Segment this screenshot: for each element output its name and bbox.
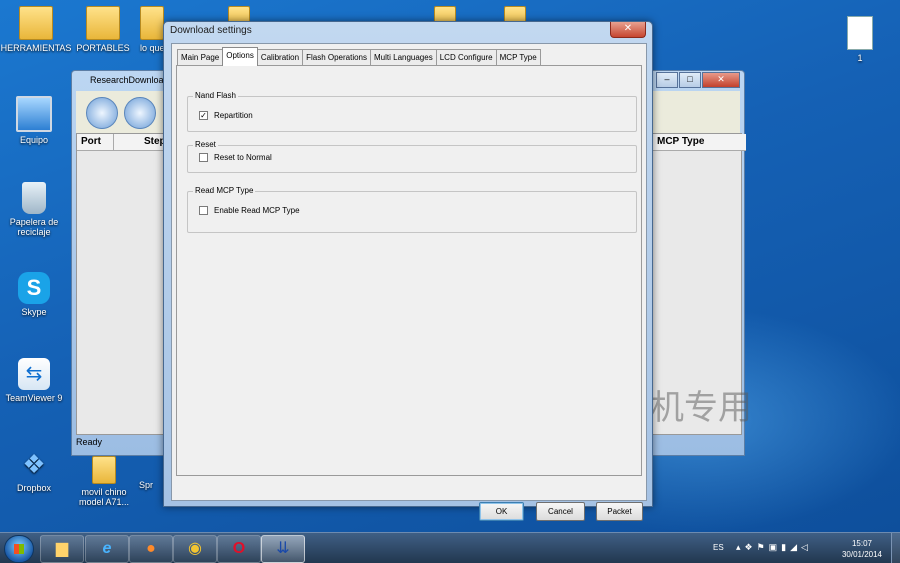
repartition-checkbox[interactable]: ✓: [199, 111, 208, 120]
checkbox-label: Repartition: [214, 111, 253, 120]
checkbox-label: Reset to Normal: [214, 153, 272, 162]
tab-options[interactable]: Options: [222, 47, 258, 66]
tab-calibration[interactable]: Calibration: [256, 49, 304, 66]
load-packet-gear-icon[interactable]: [124, 97, 156, 129]
windows-logo-icon: [14, 544, 24, 554]
desktop-icon-papelera[interactable]: Papelera de reciclaje: [0, 182, 70, 237]
clock-date: 30/01/2014: [841, 550, 883, 559]
reset-to-normal-checkbox[interactable]: [199, 153, 208, 162]
language-indicator[interactable]: ES: [713, 543, 724, 552]
dialog-title: Download settings: [170, 25, 252, 36]
folder-icon: [140, 6, 164, 40]
close-icon[interactable]: ✕: [610, 22, 646, 38]
window-controls: – □ ✕: [656, 72, 740, 88]
clock[interactable]: 15:07 30/01/2014: [836, 538, 888, 560]
taskbar-explorer-icon[interactable]: ▆: [40, 535, 84, 563]
desktop-icon-label: HERRAMIENTAS: [0, 43, 72, 53]
tab-strip: Main Page Options Calibration Flash Oper…: [177, 47, 541, 66]
options-panel: Nand Flash ✓ Repartition Reset Reset to …: [176, 65, 642, 476]
system-tray-icons[interactable]: ▴❖⚑▣▮◢◁: [736, 542, 812, 553]
teamviewer-icon: ⇆: [18, 358, 50, 390]
desktop-icon-teamviewer[interactable]: ⇆ TeamViewer 9: [0, 358, 70, 403]
settings-gear-icon[interactable]: [86, 97, 118, 129]
minimize-icon[interactable]: –: [656, 72, 678, 88]
desktop-icon-label: 1: [857, 53, 863, 63]
packet-button[interactable]: Packet: [596, 502, 643, 521]
desktop-icon-equipo[interactable]: Equipo: [0, 96, 70, 145]
taskbar-internet-explorer-icon[interactable]: e: [85, 535, 129, 563]
desktop-icon-label: Dropbox: [16, 483, 52, 493]
column-header-port[interactable]: Port: [77, 134, 114, 151]
group-legend: Reset: [193, 140, 218, 149]
group-reset: Reset Reset to Normal: [187, 140, 637, 173]
taskbar-research-download-icon[interactable]: ⇊: [261, 535, 305, 563]
tab-mcp-type[interactable]: MCP Type: [495, 49, 541, 66]
desktop-icon-skype[interactable]: S Skype: [0, 272, 70, 317]
checkbox-label: Enable Read MCP Type: [214, 206, 300, 215]
group-legend: Read MCP Type: [193, 186, 256, 195]
taskbar-opera-icon[interactable]: O: [217, 535, 261, 563]
computer-icon: [16, 96, 52, 132]
group-legend: Nand Flash: [193, 91, 238, 100]
tab-lcd-configure[interactable]: LCD Configure: [435, 49, 497, 66]
desktop-icon-herramientas[interactable]: HERRAMIENTAS: [0, 6, 72, 53]
desktop-icon-label: Equipo: [19, 135, 49, 145]
document-icon: [847, 16, 873, 50]
taskbar: ▆ e ● ◉ O ⇊ ES ▴❖⚑▣▮◢◁ 15:07 30/01/2014: [0, 532, 900, 563]
folder-icon: [86, 6, 120, 40]
desktop-icon-label: Papelera de reciclaje: [9, 217, 59, 237]
ok-button[interactable]: OK: [479, 502, 524, 521]
maximize-icon[interactable]: □: [679, 72, 701, 88]
desktop-icon-spr[interactable]: Spr: [130, 480, 162, 490]
clock-time: 15:07: [851, 539, 873, 548]
group-nand-flash: Nand Flash ✓ Repartition: [187, 91, 637, 132]
show-desktop-button[interactable]: [891, 533, 900, 563]
desktop-icon-label: movil chino model A71...: [78, 487, 130, 507]
folder-icon: [19, 6, 53, 40]
desktop-icon-dropbox[interactable]: ❖ Dropbox: [0, 448, 70, 493]
repartition-option[interactable]: ✓ Repartition: [199, 111, 253, 120]
close-icon[interactable]: ✕: [702, 72, 740, 88]
taskbar-chrome-icon[interactable]: ◉: [173, 535, 217, 563]
start-button[interactable]: [4, 535, 34, 563]
enable-read-mcp-type-option[interactable]: Enable Read MCP Type: [199, 206, 300, 215]
dropbox-icon: ❖: [22, 449, 46, 479]
reset-to-normal-option[interactable]: Reset to Normal: [199, 153, 272, 162]
skype-icon: S: [18, 272, 50, 304]
enable-read-mcp-type-checkbox[interactable]: [199, 206, 208, 215]
download-settings-dialog[interactable]: Download settings ✕ Main Page Options Ca…: [163, 21, 653, 521]
dialog-body: Main Page Options Calibration Flash Oper…: [171, 43, 647, 521]
tab-multi-languages[interactable]: Multi Languages: [370, 49, 437, 66]
recycle-bin-icon: [22, 182, 46, 214]
desktop-icon-label: Spr: [138, 480, 153, 490]
taskbar-firefox-icon[interactable]: ●: [129, 535, 173, 563]
desktop-icon-label: TeamViewer 9: [5, 393, 63, 403]
column-header-mcp-type[interactable]: MCP Type: [652, 134, 746, 151]
tab-main-page[interactable]: Main Page: [177, 49, 224, 66]
folder-icon: [92, 456, 116, 484]
tab-flash-operations[interactable]: Flash Operations: [302, 49, 371, 66]
watermark: 机专用: [650, 388, 752, 428]
group-read-mcp-type: Read MCP Type Enable Read MCP Type: [187, 186, 637, 233]
desktop: HERRAMIENTAS PORTABLES lo que 1 Equipo P…: [0, 0, 900, 532]
desktop-icon-doc-1[interactable]: 1: [824, 16, 896, 63]
status-bar: Ready: [76, 437, 103, 447]
desktop-icon-label: Skype: [21, 307, 47, 317]
cancel-button[interactable]: Cancel: [536, 502, 585, 521]
